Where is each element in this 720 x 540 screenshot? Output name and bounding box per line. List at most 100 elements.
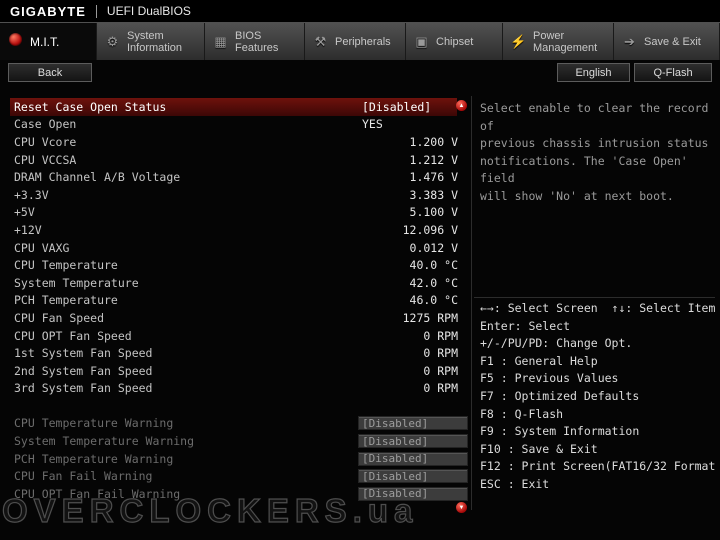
setting-value: 12.096 V bbox=[402, 222, 458, 237]
setting-value: 0 RPM bbox=[423, 381, 458, 396]
save-exit-icon: ➔ bbox=[624, 34, 635, 49]
setting-value: 1.200 V bbox=[409, 134, 458, 149]
setting-row[interactable]: +12V 12.096 V bbox=[10, 221, 458, 239]
keyhint: F8 : Q-Flash bbox=[480, 406, 564, 421]
tab-chipset-label: Chipset bbox=[436, 35, 474, 48]
keyhint: F10 : Save & Exit bbox=[480, 441, 598, 456]
setting-label: CPU Fan Speed bbox=[14, 310, 105, 325]
setting-value-box: [Disabled] bbox=[358, 469, 468, 484]
setting-row[interactable]: 3rd System Fan Speed 0 RPM bbox=[10, 380, 458, 398]
setting-row[interactable]: CPU Vcore 1.200 V bbox=[10, 133, 458, 151]
gear-icon: ⚙ bbox=[106, 34, 119, 49]
setting-label: System Temperature Warning bbox=[14, 434, 195, 449]
gigabyte-logo: GIGABYTE bbox=[10, 3, 86, 19]
setting-value: 0 RPM bbox=[423, 346, 458, 361]
settings-list: Reset Case Open Status [Disabled] Case Ope… bbox=[10, 98, 468, 503]
setting-row[interactable]: +3.3V 3.383 V bbox=[10, 186, 458, 204]
keyhint: +/-/PU/PD: Change Opt. bbox=[480, 336, 633, 351]
setting-row[interactable]: Reset Case Open Status [Disabled] bbox=[10, 98, 457, 116]
setting-label: CPU Vcore bbox=[14, 134, 77, 149]
setting-label: Case Open bbox=[14, 117, 77, 132]
setting-row[interactable]: 1st System Fan Speed 0 RPM bbox=[10, 344, 458, 362]
scroll-up-icon[interactable]: ▲ bbox=[456, 100, 467, 111]
setting-row[interactable]: CPU OPT Fan Speed 0 RPM bbox=[10, 327, 458, 345]
tab-save-exit-label: Save & Exit bbox=[644, 35, 701, 48]
chipset-icon: ▣ bbox=[415, 34, 428, 49]
setting-label: CPU Temperature bbox=[14, 258, 118, 273]
warning-row: CPU OPT Fan Fail Warning [Disabled] bbox=[10, 485, 468, 503]
peripherals-icon: ⚒ bbox=[314, 34, 327, 49]
grid-icon: ▦ bbox=[214, 34, 227, 49]
tab-power-management[interactable]: ⚡ Power Management bbox=[503, 23, 614, 60]
power-icon: ⚡ bbox=[510, 34, 527, 49]
bios-screen: GIGABYTE UEFI DualBIOS M.I.T. ⚙ System I… bbox=[0, 0, 720, 540]
setting-value-box: [Disabled] bbox=[358, 451, 468, 466]
help-text: Select enable to clear the record of pre… bbox=[480, 101, 709, 203]
setting-label: CPU OPT Fan Speed bbox=[14, 328, 132, 343]
setting-row[interactable]: DRAM Channel A/B Voltage 1.476 V bbox=[10, 168, 458, 186]
qflash-button[interactable]: Q-Flash bbox=[634, 63, 712, 82]
bios-title: UEFI DualBIOS bbox=[106, 4, 191, 18]
setting-row[interactable]: Case Open YES bbox=[10, 116, 457, 134]
setting-row[interactable]: CPU VCCSA 1.212 V bbox=[10, 151, 458, 169]
tab-system-information-label: System Information bbox=[127, 29, 183, 54]
setting-value-box: [Disabled] bbox=[358, 416, 468, 431]
language-button[interactable]: English bbox=[557, 63, 630, 82]
setting-row[interactable]: CPU Temperature 40.0 °C bbox=[10, 256, 458, 274]
titlebar: GIGABYTE UEFI DualBIOS bbox=[0, 0, 720, 22]
keyhint: F7 : Optimized Defaults bbox=[480, 388, 640, 403]
keyhint: F9 : System Information bbox=[480, 424, 640, 439]
mit-icon bbox=[7, 33, 24, 50]
setting-label: 2nd System Fan Speed bbox=[14, 363, 153, 378]
keyhint: F1 : General Help bbox=[480, 353, 598, 368]
setting-row[interactable]: 2nd System Fan Speed 0 RPM bbox=[10, 362, 458, 380]
setting-value: 0 RPM bbox=[423, 363, 458, 378]
tab-mit-label: M.I.T. bbox=[30, 34, 60, 49]
setting-label: +3.3V bbox=[14, 187, 49, 202]
tab-system-information[interactable]: ⚙ System Information bbox=[97, 23, 205, 60]
setting-value: 1.476 V bbox=[409, 170, 458, 185]
setting-value: 42.0 °C bbox=[409, 275, 458, 290]
panel-divider bbox=[471, 96, 472, 510]
help-divider bbox=[474, 297, 715, 298]
tab-save-exit[interactable]: ➔ Save & Exit bbox=[614, 23, 720, 60]
keyhint: F12 : Print Screen(FAT16/32 Format Only) bbox=[480, 459, 716, 474]
setting-label: PCH Temperature Warning bbox=[14, 451, 174, 466]
tab-bios-features-label: BIOS Features bbox=[235, 29, 279, 54]
keyhints: ←→: Select Screen ↑↓: Select Item Enter: … bbox=[480, 300, 718, 494]
back-button[interactable]: Back bbox=[8, 63, 92, 82]
setting-label: CPU Fan Fail Warning bbox=[14, 469, 153, 484]
setting-value: 3.383 V bbox=[409, 187, 458, 202]
setting-label: Reset Case Open Status bbox=[14, 99, 167, 114]
tab-power-management-label: Power Management bbox=[533, 29, 598, 54]
titlebar-separator bbox=[95, 4, 97, 18]
tab-bar: M.I.T. ⚙ System Information ▦ BIOS Featu… bbox=[0, 22, 720, 60]
setting-label: CPU Temperature Warning bbox=[14, 416, 174, 431]
keyhint: ESC : Exit bbox=[480, 476, 550, 491]
setting-row[interactable]: CPU Fan Speed 1275 RPM bbox=[10, 309, 458, 327]
setting-label: PCH Temperature bbox=[14, 293, 118, 308]
setting-label: 3rd System Fan Speed bbox=[14, 381, 153, 396]
setting-value: 0 RPM bbox=[423, 328, 458, 343]
tab-mit[interactable]: M.I.T. bbox=[0, 23, 97, 60]
setting-row[interactable]: System Temperature 42.0 °C bbox=[10, 274, 458, 292]
warning-row: CPU Fan Fail Warning [Disabled] bbox=[10, 467, 468, 485]
tab-bios-features[interactable]: ▦ BIOS Features bbox=[205, 23, 305, 60]
setting-label: CPU VCCSA bbox=[14, 152, 77, 167]
warning-row: CPU Temperature Warning [Disabled] bbox=[10, 415, 468, 433]
setting-label: CPU VAXG bbox=[14, 240, 70, 255]
setting-row[interactable]: +5V 5.100 V bbox=[10, 204, 458, 222]
setting-value: 40.0 °C bbox=[409, 258, 458, 273]
setting-label: System Temperature bbox=[14, 275, 139, 290]
setting-label: +5V bbox=[14, 205, 35, 220]
setting-value: 1.212 V bbox=[409, 152, 458, 167]
tab-chipset[interactable]: ▣ Chipset bbox=[406, 23, 503, 60]
setting-row[interactable]: PCH Temperature 46.0 °C bbox=[10, 292, 458, 310]
setting-row[interactable]: CPU VAXG 0.012 V bbox=[10, 239, 458, 257]
scroll-down-icon[interactable]: ▼ bbox=[456, 502, 467, 513]
setting-value-box: [Disabled] bbox=[358, 434, 468, 449]
setting-label: DRAM Channel A/B Voltage bbox=[14, 170, 181, 185]
keyhint: F5 : Previous Values bbox=[480, 371, 619, 386]
tab-peripherals[interactable]: ⚒ Peripherals bbox=[305, 23, 406, 60]
